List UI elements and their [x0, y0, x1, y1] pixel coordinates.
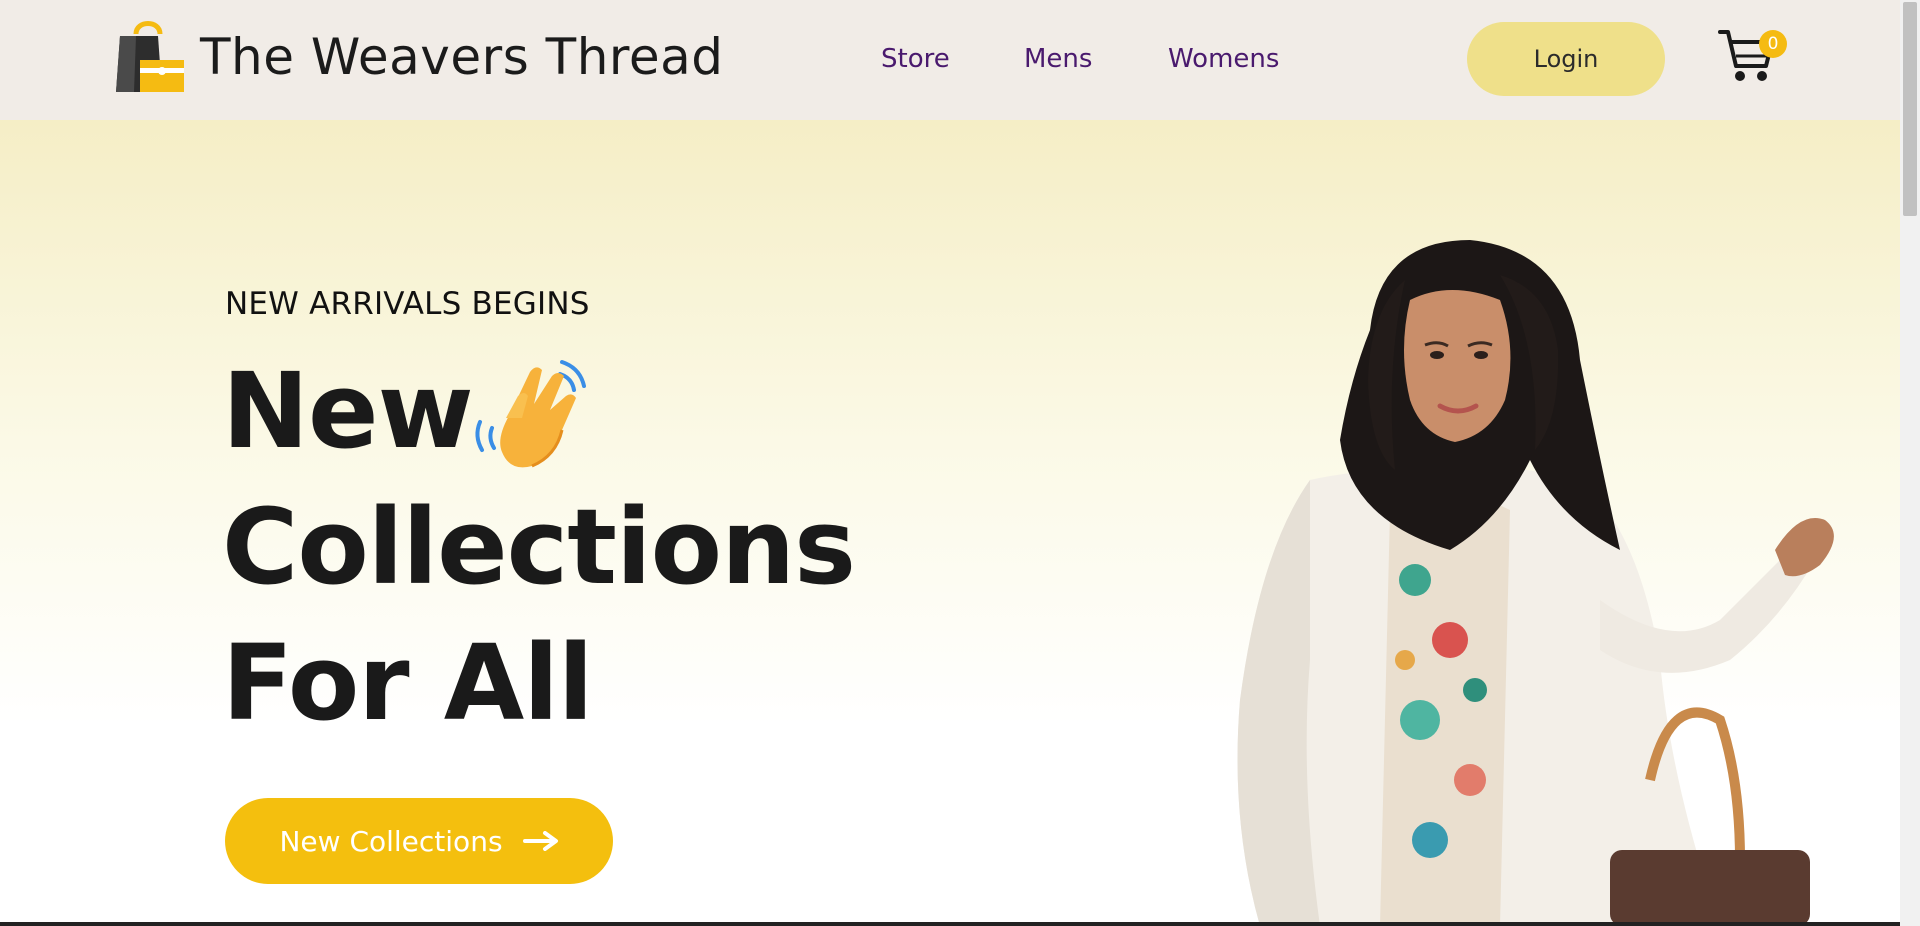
shopping-bag-icon[interactable] — [114, 16, 186, 94]
nav-mens[interactable]: Mens — [1024, 44, 1092, 74]
model-photo — [1237, 240, 1834, 926]
brand-name[interactable]: The Weavers Thread — [200, 28, 723, 86]
nav-womens[interactable]: Womens — [1168, 44, 1279, 74]
cta-label: New Collections — [279, 824, 503, 858]
headline-line-2: Collections — [222, 486, 856, 608]
headline-line-1: New — [222, 350, 474, 472]
site-header: The Weavers Thread Store Mens Womens Log… — [0, 0, 1900, 120]
headline-line-3: For All — [222, 622, 594, 744]
cart-count-badge: 0 — [1759, 30, 1787, 58]
hero-section: NEW ARRIVALS BEGINS New Collections For … — [0, 120, 1900, 926]
page-scrollbar[interactable] — [1900, 0, 1920, 926]
scrollbar-thumb[interactable] — [1903, 2, 1917, 216]
arrow-right-icon — [522, 831, 558, 851]
nav-store[interactable]: Store — [881, 44, 950, 74]
new-collections-button[interactable]: New Collections — [225, 798, 613, 884]
waving-hand-icon — [475, 360, 586, 468]
login-button[interactable]: Login — [1467, 22, 1665, 96]
page-bottom-edge — [0, 922, 1900, 926]
hero-eyebrow: NEW ARRIVALS BEGINS — [225, 286, 590, 322]
